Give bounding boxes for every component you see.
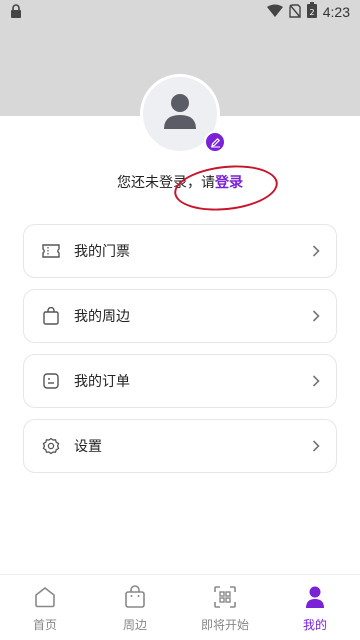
menu-item-label: 设置 <box>74 439 102 455</box>
nav-mine[interactable]: 我的 <box>270 575 360 640</box>
home-icon <box>32 584 58 610</box>
menu-item-label: 我的订单 <box>74 374 130 390</box>
shopping-bag-icon <box>122 584 148 610</box>
lock-icon <box>10 3 22 22</box>
shopping-bag-icon <box>40 305 62 327</box>
nav-label: 首页 <box>32 618 57 632</box>
chevron-right-icon <box>310 375 322 387</box>
nav-label: 我的 <box>302 618 327 632</box>
menu-item-merch[interactable]: 我的周边 <box>23 289 337 343</box>
ticket-icon <box>40 240 62 262</box>
battery-icon: 2 <box>306 2 317 22</box>
nav-upcoming[interactable]: 即将开始 <box>180 575 270 640</box>
pencil-icon <box>210 133 221 152</box>
no-sim-icon <box>289 3 301 22</box>
status-bar: 2 4:23 <box>0 0 360 24</box>
chevron-right-icon <box>310 245 322 257</box>
gear-icon <box>40 435 62 457</box>
chevron-right-icon <box>310 310 322 322</box>
menu-item-tickets[interactable]: 我的门票 <box>23 224 337 278</box>
person-icon <box>162 93 198 135</box>
nav-label: 周边 <box>122 618 147 632</box>
nav-merch[interactable]: 周边 <box>90 575 180 640</box>
chevron-right-icon <box>310 440 322 452</box>
menu-item-settings[interactable]: 设置 <box>23 419 337 473</box>
menu-item-label: 我的门票 <box>74 244 130 260</box>
edit-avatar-button[interactable] <box>204 131 226 153</box>
order-icon <box>40 370 62 392</box>
menu-item-orders[interactable]: 我的订单 <box>23 354 337 408</box>
person-icon <box>302 584 328 610</box>
status-time: 4:23 <box>322 4 350 20</box>
annotation-ellipse <box>171 160 281 216</box>
qr-scan-icon <box>212 584 238 610</box>
nav-label: 即将开始 <box>200 618 249 632</box>
bottom-nav: 首页 周边 即将开始 我的 <box>0 574 360 640</box>
menu-item-label: 我的周边 <box>74 309 130 325</box>
nav-home[interactable]: 首页 <box>0 575 90 640</box>
wifi-icon <box>266 3 283 22</box>
svg-text:2: 2 <box>309 8 314 17</box>
